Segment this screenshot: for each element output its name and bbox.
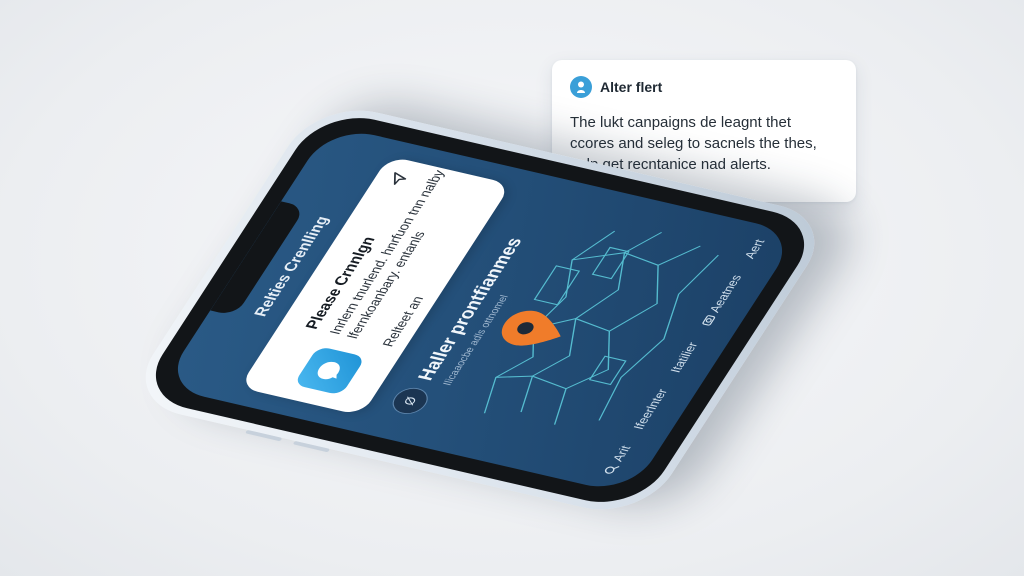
search-icon <box>604 466 620 474</box>
messenger-app-icon <box>293 345 367 396</box>
volume-up-button[interactable] <box>244 429 283 442</box>
phone: Relties Crenlling Please Crnnlgn Inrlern… <box>122 99 838 521</box>
camera-icon <box>702 315 715 326</box>
notification-footer: Relteet an <box>378 294 427 349</box>
phone-wrap: Relties Crenlling Please Crnnlgn Inrlern… <box>0 0 1024 576</box>
bottom-bar-item-5[interactable]: Aert <box>741 238 768 260</box>
bottom-bar-label: Arit <box>609 444 634 463</box>
phone-screen: Relties Crenlling Please Crnnlgn Inrlern… <box>160 125 800 495</box>
send-arrow-icon[interactable] <box>385 171 410 188</box>
bottom-bar-label: Itatilier <box>667 340 701 374</box>
bottom-bar-label: Aert <box>741 238 768 260</box>
phone-bezel: Relties Crenlling Please Crnnlgn Inrlern… <box>135 107 825 513</box>
stage: Alter flert The lukt canpaigns de leagnt… <box>0 0 1024 576</box>
bottom-bar-item-search[interactable]: Arit <box>601 444 634 476</box>
section-badge[interactable]: Ø <box>386 384 434 418</box>
bottom-bar-item-3[interactable]: Itatilier <box>667 341 701 374</box>
volume-down-button[interactable] <box>292 440 331 453</box>
